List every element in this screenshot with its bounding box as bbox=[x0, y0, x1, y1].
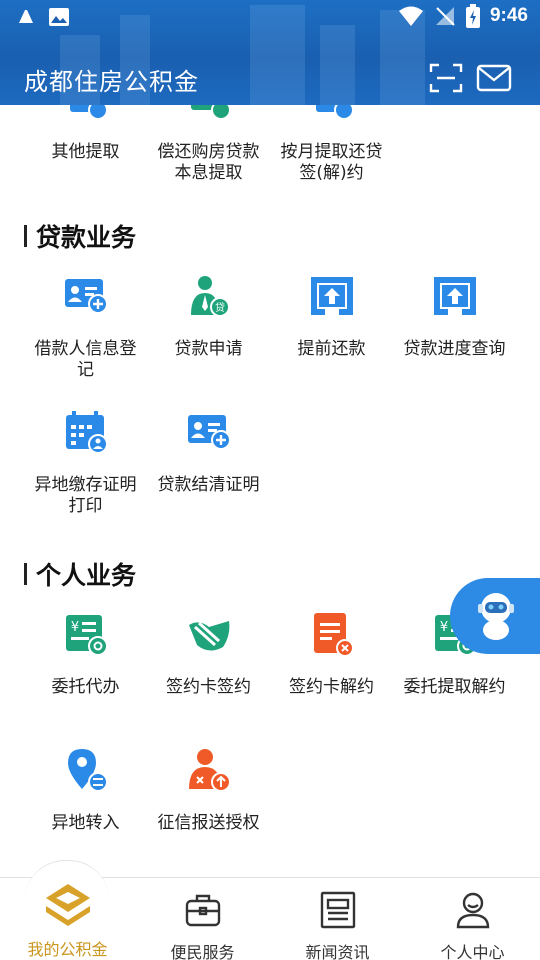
location-transfer-icon bbox=[67, 749, 108, 792]
bottom-navigation: 我的公积金 便民服务 新闻资讯 个人中心 bbox=[0, 860, 540, 960]
status-time: 9:46 bbox=[489, 5, 528, 26]
title-bar: 成都住房公积金 bbox=[0, 52, 540, 104]
grid-item-deposit-certificate[interactable]: 异地缴存证明打印 bbox=[24, 409, 147, 517]
svg-text:贷: 贷 bbox=[215, 301, 225, 314]
svg-text:¥: ¥ bbox=[439, 620, 447, 635]
contract-icon bbox=[315, 105, 354, 120]
grid-item-entrust[interactable]: ¥ 委托代办 bbox=[24, 611, 147, 698]
loan-person-icon: 贷 bbox=[190, 276, 230, 317]
gallery-icon bbox=[49, 8, 69, 26]
grid-item-loan-settlement[interactable]: 贷款结清证明 bbox=[147, 409, 270, 496]
assistant-robot-button[interactable] bbox=[450, 578, 540, 654]
withdraw-icon bbox=[69, 105, 108, 120]
nav-my-fund[interactable]: 我的公积金 bbox=[0, 878, 135, 960]
mail-icon[interactable] bbox=[476, 62, 512, 94]
grid-item-loan-progress[interactable]: 贷款进度查询 bbox=[393, 273, 516, 360]
document-cancel-icon bbox=[313, 613, 354, 657]
grid-item-transfer-in[interactable]: 异地转入 bbox=[24, 747, 147, 834]
signing-card-icon bbox=[188, 621, 229, 651]
calendar-person-icon bbox=[65, 411, 108, 454]
document-gear-icon: ¥ bbox=[65, 615, 108, 656]
svg-text:¥: ¥ bbox=[70, 620, 78, 635]
wifi-icon bbox=[398, 6, 423, 26]
upload-tray-icon bbox=[433, 277, 476, 315]
person-upload-icon bbox=[188, 749, 231, 792]
scan-icon[interactable] bbox=[428, 62, 464, 94]
app-header: 9:46 成都住房公积金 bbox=[0, 0, 540, 105]
grid-item-card-sign[interactable]: 签约卡签约 bbox=[147, 611, 270, 698]
grid-item-borrower-register[interactable]: 借款人信息登记 bbox=[24, 273, 147, 381]
newspaper-icon bbox=[320, 891, 355, 929]
section-title-personal: 个人业务 bbox=[24, 559, 136, 590]
status-bar: 9:46 bbox=[0, 0, 540, 36]
section-title-loan: 贷款业务 bbox=[24, 221, 136, 252]
grid-item-repay-withdraw[interactable]: 偿还购房贷款本息提取 bbox=[147, 105, 270, 184]
service-list[interactable]: 其他提取 偿还购房贷款本息提取 按月提取还贷签(解)约 贷款业务 借款人信息登记… bbox=[0, 105, 540, 877]
grid-item-prepayment[interactable]: 提前还款 bbox=[270, 273, 393, 360]
nav-convenience[interactable]: 便民服务 bbox=[135, 878, 270, 960]
nav-news[interactable]: 新闻资讯 bbox=[270, 878, 405, 960]
id-card-add-icon bbox=[187, 415, 231, 450]
house-loan-icon bbox=[190, 105, 231, 120]
user-icon bbox=[456, 892, 489, 929]
id-card-add-icon bbox=[64, 279, 108, 314]
grid-item-card-unsign[interactable]: 签约卡解约 bbox=[270, 611, 393, 698]
grid-item-other-withdraw[interactable]: 其他提取 bbox=[24, 105, 147, 163]
app-title: 成都住房公积金 bbox=[24, 68, 199, 96]
no-signal-icon bbox=[435, 7, 455, 26]
grid-item-credit-authorize[interactable]: 征信报送授权 bbox=[147, 747, 270, 834]
android-icon bbox=[19, 10, 33, 23]
upload-tray-icon bbox=[310, 277, 353, 315]
briefcase-icon bbox=[185, 894, 220, 927]
battery-icon bbox=[465, 4, 480, 28]
nav-profile[interactable]: 个人中心 bbox=[405, 878, 540, 960]
fund-logo-icon bbox=[45, 884, 90, 926]
grid-item-loan-apply[interactable]: 贷 贷款申请 bbox=[147, 273, 270, 360]
robot-icon bbox=[478, 593, 514, 640]
grid-item-monthly-withdraw[interactable]: 按月提取还贷签(解)约 bbox=[270, 105, 393, 184]
